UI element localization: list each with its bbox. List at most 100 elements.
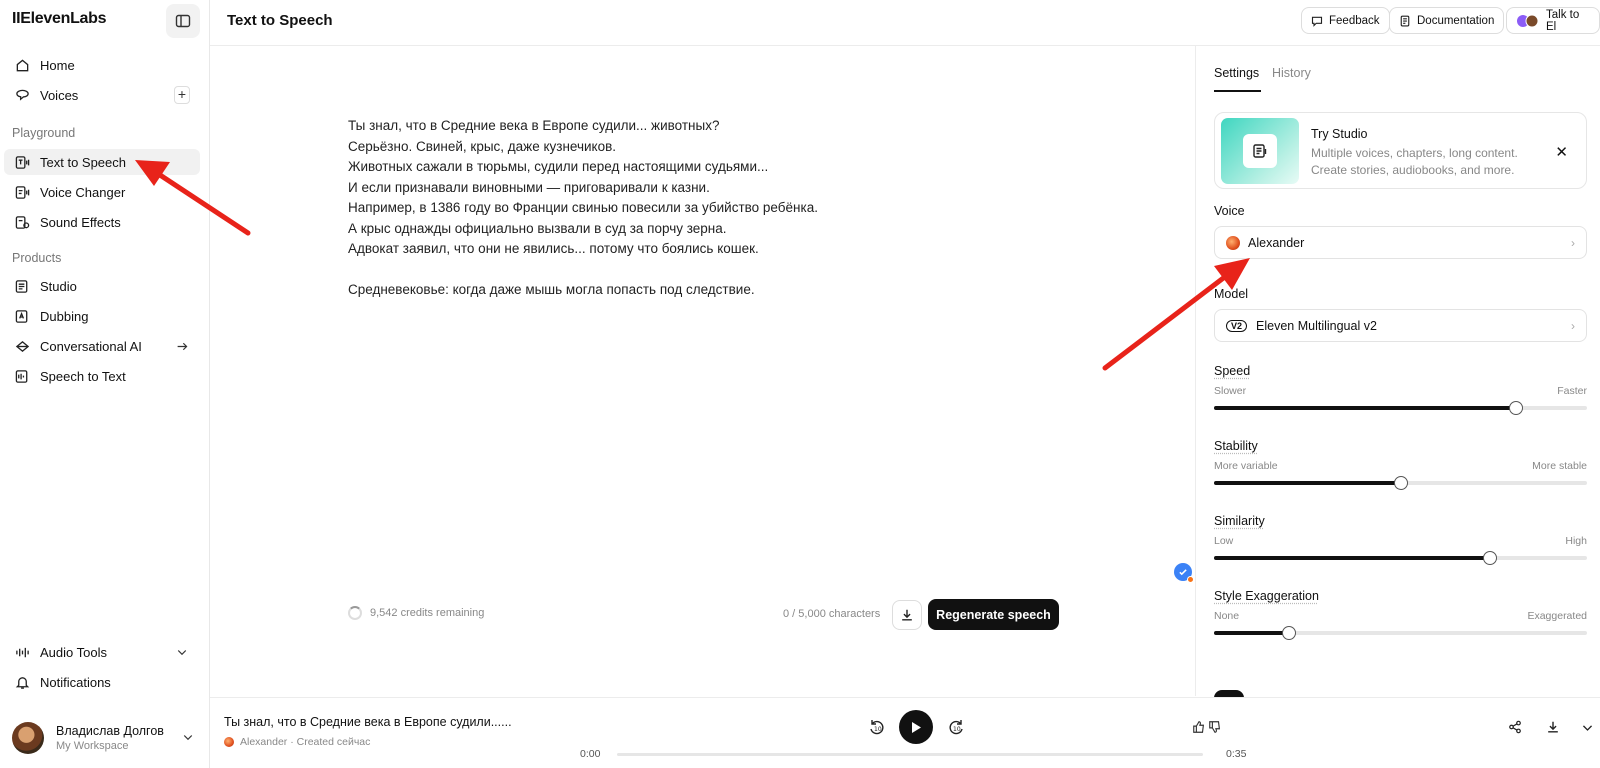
user-menu[interactable]: Владислав Долгов My Workspace bbox=[12, 718, 202, 758]
sidebar-item-label: Audio Tools bbox=[40, 644, 107, 660]
agent-avatars-icon bbox=[1516, 14, 1540, 28]
sidebar-item-label: Notifications bbox=[40, 674, 111, 690]
credits-label: 9,542 credits remaining bbox=[370, 607, 485, 619]
close-icon[interactable]: ✕ bbox=[1555, 143, 1568, 161]
speed-label: Speed bbox=[1214, 364, 1251, 378]
sidebar-item-notifications[interactable]: Notifications bbox=[4, 669, 200, 695]
svg-text:10: 10 bbox=[874, 726, 882, 733]
slider-thumb[interactable] bbox=[1483, 551, 1498, 565]
arrow-right-icon bbox=[174, 338, 190, 354]
sidebar-item-voices[interactable]: Voices + bbox=[4, 82, 200, 108]
credits-ring-icon bbox=[348, 606, 362, 620]
chevron-right-icon: › bbox=[1571, 319, 1575, 333]
workspace-name: My Workspace bbox=[56, 740, 129, 752]
audio-player: Ты знал, что в Средние века в Европе суд… bbox=[210, 697, 1600, 768]
stability-label: Stability bbox=[1214, 439, 1258, 453]
editor-line: Животных сажали в тюрьмы, судили перед н… bbox=[348, 159, 769, 174]
editor-line: Серьёзно. Свиней, крыс, даже кузнечиков. bbox=[348, 138, 617, 154]
voice-value: Alexander bbox=[1248, 235, 1305, 250]
voice-select[interactable]: Alexander › bbox=[1214, 226, 1587, 259]
sidebar-toggle-icon bbox=[175, 14, 191, 28]
editor-line: А крыс однажды официально вызвали в суд … bbox=[348, 220, 727, 236]
slider-thumb[interactable] bbox=[1281, 626, 1296, 640]
sidebar-item-home[interactable]: Home bbox=[4, 52, 200, 78]
play-icon bbox=[912, 721, 921, 733]
sidebar-toggle-button[interactable] bbox=[166, 4, 200, 38]
sidebar-item-label: Text to Speech bbox=[40, 154, 126, 170]
chevron-down-icon bbox=[182, 731, 194, 746]
sidebar-item-sound-effects[interactable]: Sound Effects bbox=[4, 209, 200, 235]
promo-description: Multiple voices, chapters, long content.… bbox=[1311, 145, 1531, 179]
tab-settings[interactable]: Settings bbox=[1214, 66, 1259, 80]
sidebar-item-text-to-speech[interactable]: Text to Speech bbox=[4, 149, 200, 175]
sidebar-item-label: Voices bbox=[40, 87, 79, 103]
similarity-range-labels: Low High bbox=[1214, 535, 1587, 547]
slider-min-label: More variable bbox=[1214, 460, 1278, 472]
forward-10-icon: 10 bbox=[949, 720, 963, 735]
add-voice-button[interactable]: + bbox=[174, 86, 190, 104]
sidebar-item-label: Home bbox=[40, 57, 75, 73]
try-studio-card[interactable]: Try Studio Multiple voices, chapters, lo… bbox=[1214, 112, 1587, 189]
active-tab-indicator bbox=[1214, 90, 1261, 92]
feedback-label: Feedback bbox=[1329, 14, 1380, 27]
chat-bubble-icon bbox=[1311, 15, 1323, 27]
stability-slider[interactable] bbox=[1214, 476, 1587, 490]
voice-changer-icon bbox=[14, 184, 30, 200]
text-editor[interactable]: Ты знал, что в Средние века в Европе суд… bbox=[348, 116, 908, 301]
forward-10-button[interactable]: 10 bbox=[946, 717, 966, 737]
svg-text:10: 10 bbox=[953, 726, 961, 733]
style-exaggeration-label: Style Exaggeration bbox=[1214, 589, 1319, 603]
voice-avatar-icon bbox=[224, 737, 234, 747]
style-exaggeration-slider[interactable] bbox=[1214, 626, 1587, 640]
sidebar-item-voice-changer[interactable]: Voice Changer bbox=[4, 179, 200, 205]
grammar-check-icon[interactable] bbox=[1174, 563, 1194, 583]
slider-fill bbox=[1214, 631, 1289, 635]
sidebar-item-studio[interactable]: Studio bbox=[4, 273, 200, 299]
chevron-down-icon[interactable] bbox=[1578, 718, 1596, 736]
style-exaggeration-range-labels: None Exaggerated bbox=[1214, 610, 1587, 622]
rewind-10-button[interactable]: 10 bbox=[867, 717, 887, 737]
editor-line: Например, в 1386 году во Франции свинью … bbox=[348, 200, 818, 215]
sidebar-item-label: Voice Changer bbox=[40, 184, 126, 200]
play-button[interactable] bbox=[899, 710, 933, 744]
slider-thumb[interactable] bbox=[1509, 401, 1524, 415]
download-icon[interactable] bbox=[1544, 718, 1562, 736]
download-button[interactable] bbox=[892, 600, 922, 630]
playback-progress-bar[interactable] bbox=[617, 753, 1203, 756]
documentation-label: Documentation bbox=[1417, 14, 1495, 27]
credits-remaining: 9,542 credits remaining bbox=[348, 606, 484, 620]
user-name: Владислав Долгов bbox=[56, 724, 164, 738]
talk-to-el-label: Talk to El bbox=[1546, 8, 1580, 33]
sidebar-item-dubbing[interactable]: Dubbing bbox=[4, 303, 200, 329]
slider-max-label: Faster bbox=[1557, 385, 1587, 397]
speed-slider[interactable] bbox=[1214, 401, 1587, 415]
character-count: 0 / 5,000 characters bbox=[783, 608, 881, 620]
promo-desc-line: Multiple voices, chapters, long content. bbox=[1311, 146, 1518, 160]
similarity-slider[interactable] bbox=[1214, 551, 1587, 565]
tab-history[interactable]: History bbox=[1272, 66, 1311, 80]
player-track-meta: Alexander · Created сейчас bbox=[224, 736, 370, 748]
rewind-10-icon: 10 bbox=[870, 720, 884, 735]
sound-effects-icon bbox=[14, 214, 30, 230]
thumbs-down-icon[interactable] bbox=[1206, 718, 1224, 736]
slider-max-label: More stable bbox=[1532, 460, 1587, 472]
slider-thumb[interactable] bbox=[1393, 476, 1408, 490]
conversational-ai-icon bbox=[14, 338, 30, 354]
header: Text to Speech Feedback Documentation Ta… bbox=[210, 0, 1600, 46]
logo[interactable]: IIElevenLabs bbox=[12, 10, 107, 28]
model-select[interactable]: V2 Eleven Multilingual v2 › bbox=[1214, 309, 1587, 342]
sidebar-item-audio-tools[interactable]: Audio Tools bbox=[4, 639, 200, 665]
talk-to-el-button[interactable]: Talk to El bbox=[1506, 7, 1600, 34]
text-to-speech-icon bbox=[14, 154, 30, 170]
sidebar-item-speech-to-text[interactable]: Speech to Text bbox=[4, 363, 200, 389]
sidebar-item-label: Conversational AI bbox=[40, 338, 142, 354]
voices-icon bbox=[14, 87, 30, 103]
documentation-button[interactable]: Documentation bbox=[1389, 7, 1505, 34]
feedback-button[interactable]: Feedback bbox=[1301, 7, 1390, 34]
share-icon[interactable] bbox=[1506, 718, 1524, 736]
editor-line: Ты знал, что в Средние века в Европе суд… bbox=[348, 118, 720, 133]
editor-line: И если признавали виновными — приговарив… bbox=[348, 179, 710, 195]
promo-title: Try Studio bbox=[1311, 127, 1368, 141]
sidebar-item-conversational-ai[interactable]: Conversational AI bbox=[4, 333, 200, 359]
regenerate-speech-button[interactable]: Regenerate speech bbox=[928, 599, 1059, 630]
